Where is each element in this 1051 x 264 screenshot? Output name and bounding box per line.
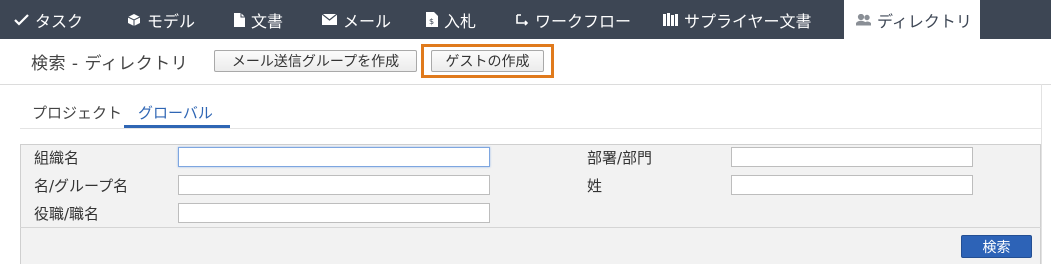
create-guest-button[interactable]: ゲストの作成 <box>431 50 544 72</box>
cube-icon <box>127 13 141 27</box>
tab-bids[interactable]: $ 入札 <box>426 0 476 39</box>
tab-documents-label: 文書 <box>251 11 284 31</box>
form-footer-divider <box>20 227 1041 228</box>
first-name-label: 名/グループ名 <box>34 177 129 195</box>
tab-models-label: モデル <box>147 11 196 31</box>
tab-models[interactable]: モデル <box>127 0 195 39</box>
tab-bids-label: 入札 <box>444 11 477 31</box>
last-name-label: 姓 <box>587 177 603 195</box>
users-icon <box>856 13 871 26</box>
tab-project[interactable]: プロジェクト <box>32 102 122 123</box>
tab-workflow-label: ワークフロー <box>535 11 632 31</box>
department-label: 部署/部門 <box>587 149 653 167</box>
first-name-input[interactable] <box>178 175 490 195</box>
workflow-icon <box>515 13 529 26</box>
scroll-edge <box>1041 84 1042 264</box>
tab-tasks[interactable]: タスク <box>14 0 83 39</box>
job-title-input[interactable] <box>178 203 490 223</box>
library-icon <box>663 13 678 26</box>
tab-tasks-label: タスク <box>35 11 84 31</box>
mail-icon <box>322 14 337 25</box>
bid-icon: $ <box>426 12 438 27</box>
check-icon <box>14 13 29 26</box>
tab-mail[interactable]: メール <box>322 0 391 39</box>
tab-directory[interactable]: ディレクトリ <box>844 0 980 39</box>
tab-mail-label: メール <box>343 11 392 31</box>
department-input[interactable] <box>731 147 973 167</box>
main-tab-bar: タスク モデル 文書 メール $ 入札 ワークフロー サプライヤー文書 ディレク… <box>0 0 1051 39</box>
search-button[interactable]: 検索 <box>961 235 1032 258</box>
tab-directory-label: ディレクトリ <box>877 11 972 31</box>
active-tab-underline <box>124 125 230 128</box>
create-mail-group-button[interactable]: メール送信グループを作成 <box>214 50 417 72</box>
document-icon <box>234 12 245 27</box>
org-name-label: 組織名 <box>34 149 80 167</box>
page-title: 検索 - ディレクトリ <box>31 54 189 74</box>
tab-global[interactable]: グローバル <box>138 102 213 123</box>
org-name-input[interactable] <box>178 147 490 167</box>
tab-supplier-documents[interactable]: サプライヤー文書 <box>663 0 812 39</box>
tab-workflow[interactable]: ワークフロー <box>515 0 631 39</box>
svg-text:$: $ <box>429 17 434 26</box>
job-title-label: 役職/職名 <box>34 205 100 223</box>
tab-documents[interactable]: 文書 <box>234 0 283 39</box>
header-divider <box>0 84 1051 85</box>
tab-supplier-documents-label: サプライヤー文書 <box>684 11 812 31</box>
last-name-input[interactable] <box>731 175 973 195</box>
